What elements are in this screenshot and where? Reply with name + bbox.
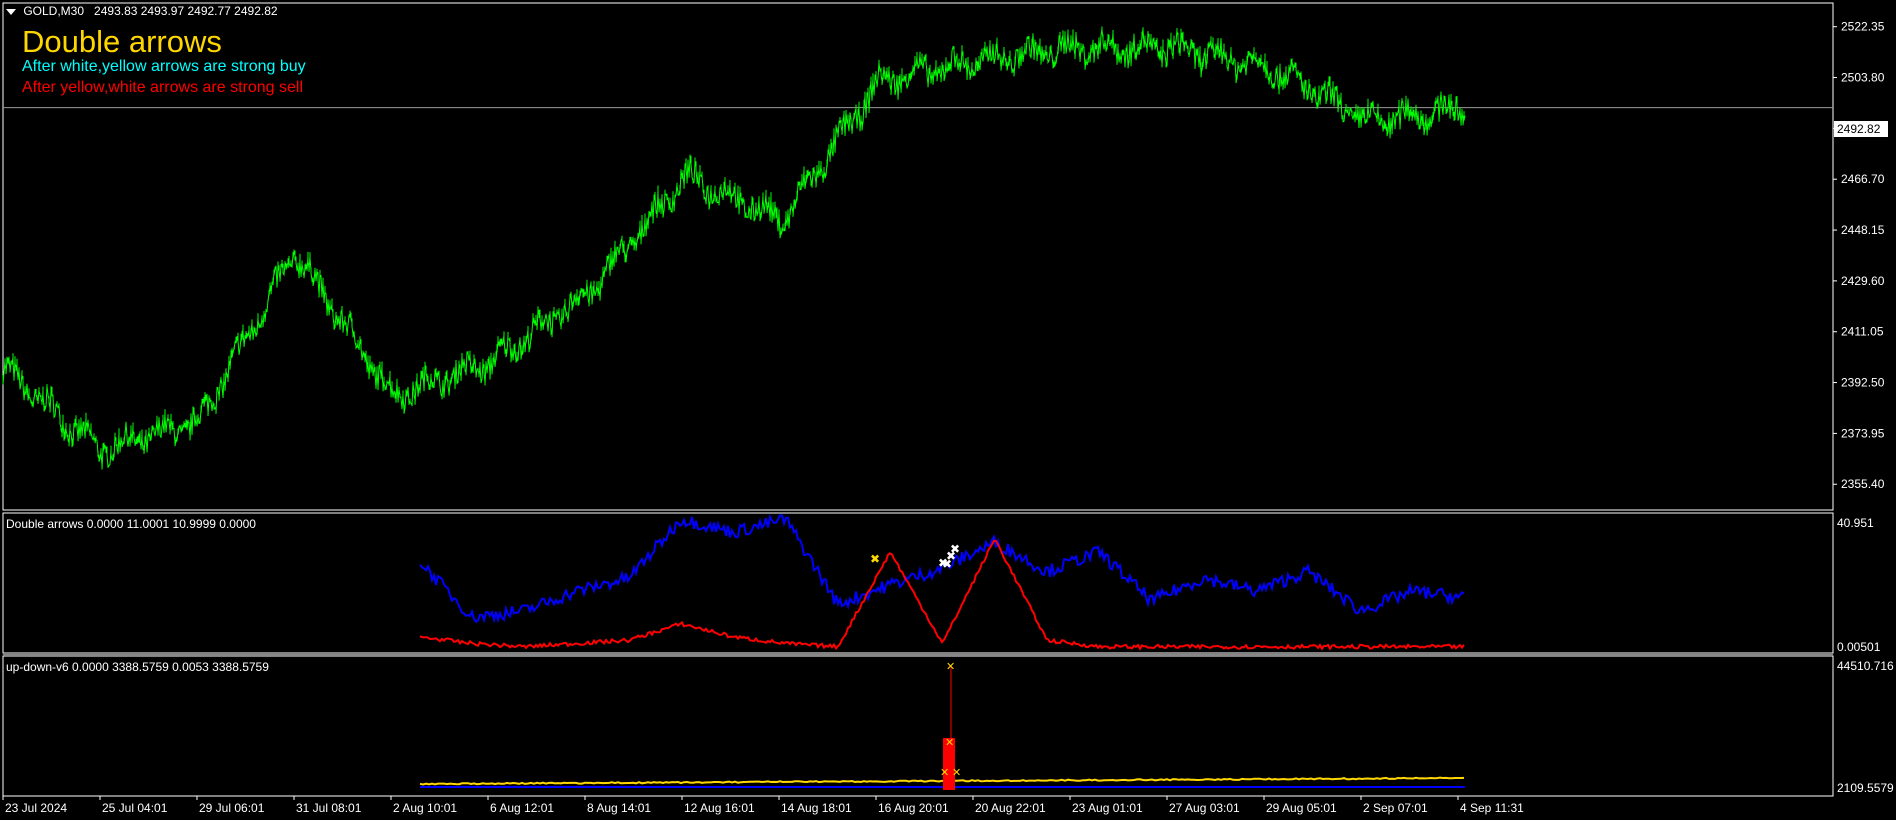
chart-canvas: 2522.352503.802485.252466.702448.152429.… bbox=[2, 2, 1894, 815]
time-tick-label: 4 Sep 11:31 bbox=[1460, 801, 1524, 815]
time-tick-label: 23 Aug 01:01 bbox=[1072, 801, 1143, 815]
time-tick-label: 31 Jul 08:01 bbox=[296, 801, 362, 815]
time-tick-label: 29 Aug 05:01 bbox=[1266, 801, 1337, 815]
time-tick-label: 29 Jul 06:01 bbox=[199, 801, 265, 815]
price-tick-label: 2355.40 bbox=[1841, 477, 1885, 491]
symbol-header: GOLD,M30 2493.83 2493.97 2492.77 2492.82 bbox=[6, 4, 278, 18]
indicator-buy-note: After white,yellow arrows are strong buy bbox=[22, 58, 306, 75]
price-tick-label: 2448.15 bbox=[1841, 223, 1885, 237]
time-tick-label: 25 Jul 04:01 bbox=[102, 801, 168, 815]
sub-axes: 40.951 0.00501 44510.716 2109.5579 bbox=[1837, 516, 1894, 795]
time-tick-label: 12 Aug 16:01 bbox=[684, 801, 755, 815]
subwindow1-label: Double arrows 0.0000 11.0001 10.9999 0.0… bbox=[6, 517, 256, 531]
yellow-x-marker: ✕ bbox=[946, 660, 955, 673]
yellow-x-marker: ✕ bbox=[940, 766, 949, 779]
price-tick-label: 2411.05 bbox=[1841, 325, 1884, 339]
dropdown-triangle-icon[interactable] bbox=[6, 8, 16, 15]
yellow-arrow-marker: ✖ bbox=[870, 552, 880, 566]
time-tick-label: 6 Aug 12:01 bbox=[490, 801, 554, 815]
subwindow1-frame bbox=[2, 512, 1834, 654]
subwindow2-frame bbox=[2, 655, 1834, 797]
price-tick-label: 2503.80 bbox=[1841, 71, 1885, 85]
ohlc-values: 2493.83 2493.97 2492.77 2492.82 bbox=[94, 4, 278, 18]
price-tick-label: 2522.35 bbox=[1841, 20, 1885, 34]
yellow-x-marker: ✕ bbox=[952, 766, 961, 779]
indicator-title: Double arrows bbox=[22, 24, 222, 59]
white-arrow-marker: ✖ bbox=[950, 542, 960, 556]
subwindow1-scale-bottom: 0.00501 bbox=[1837, 640, 1881, 654]
symbol-name: GOLD,M30 bbox=[23, 4, 85, 18]
time-tick-label: 20 Aug 22:01 bbox=[975, 801, 1046, 815]
current-price-tag: 2492.82 bbox=[1837, 122, 1881, 136]
time-tick-label: 16 Aug 20:01 bbox=[878, 801, 949, 815]
subwindow2-scale-top: 44510.716 bbox=[1837, 659, 1894, 673]
subwindow1-scale-top: 40.951 bbox=[1837, 516, 1874, 530]
white-arrow-marker: ✖ bbox=[938, 556, 948, 570]
subwindow2-series: ✕✕✕ ✕ bbox=[419, 660, 1465, 790]
time-axis: 23 Jul 2024 25 Jul 04:01 29 Jul 06:01 31 Ju… bbox=[2, 796, 1524, 815]
yellow-x-marker: ✕ bbox=[945, 736, 954, 749]
price-tick-label: 2373.95 bbox=[1841, 426, 1885, 440]
time-tick-label: 2 Aug 10:01 bbox=[393, 801, 457, 815]
time-tick-label: 2 Sep 07:01 bbox=[1363, 801, 1428, 815]
time-tick-label: 14 Aug 18:01 bbox=[781, 801, 852, 815]
subwindow2-scale-bottom: 2109.5579 bbox=[1837, 781, 1894, 795]
subwindow2-label: up-down-v6 0.0000 3388.5759 0.0053 3388.… bbox=[6, 660, 269, 674]
price-axis: 2522.352503.802485.252466.702448.152429.… bbox=[1833, 20, 1885, 491]
price-tick-label: 2466.70 bbox=[1841, 172, 1885, 186]
time-tick-label: 27 Aug 03:01 bbox=[1169, 801, 1240, 815]
price-tick-label: 2429.60 bbox=[1841, 274, 1885, 288]
subwindow1-series: ✖ ✖✖✖✖ bbox=[419, 513, 1465, 651]
indicator-sell-note: After yellow,white arrows are strong sel… bbox=[22, 79, 303, 96]
time-tick-label: 23 Jul 2024 bbox=[5, 801, 67, 815]
time-tick-label: 8 Aug 14:01 bbox=[587, 801, 651, 815]
price-tick-label: 2392.50 bbox=[1841, 376, 1885, 390]
